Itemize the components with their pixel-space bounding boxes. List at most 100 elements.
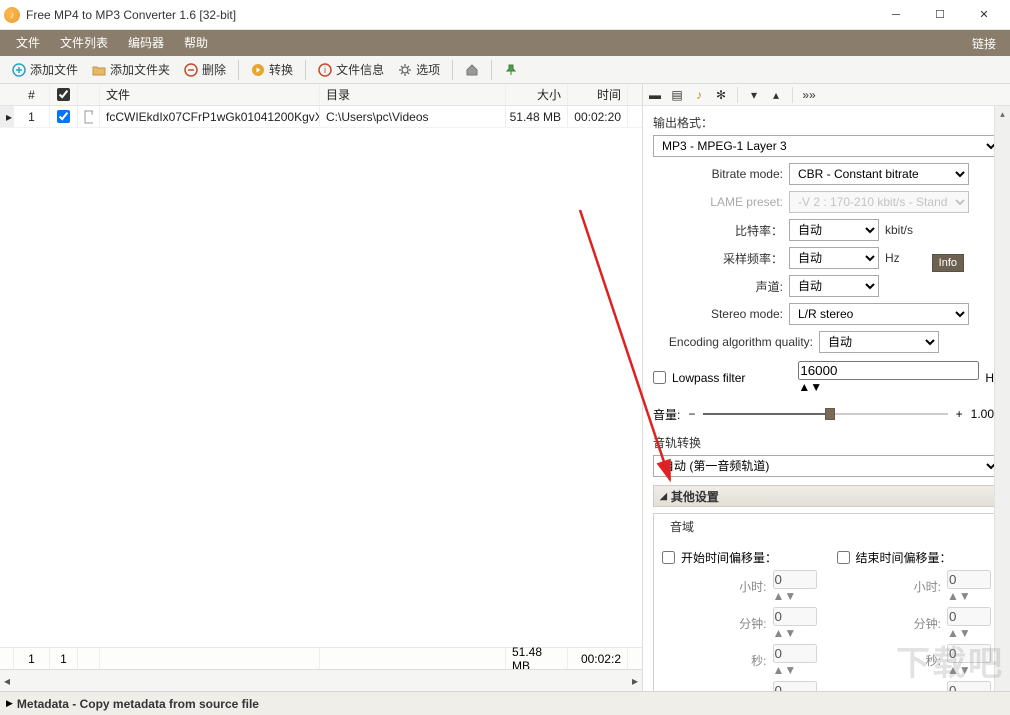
col-time[interactable]: 时间: [568, 84, 628, 105]
delete-icon: [184, 63, 198, 77]
maximize-button[interactable]: ☐: [918, 1, 962, 29]
lame-preset-label: LAME preset:: [653, 195, 783, 209]
titlebar: ♪ Free MP4 to MP3 Converter 1.6 [32-bit]…: [0, 0, 1010, 30]
folder-tab-icon[interactable]: ▬: [647, 87, 663, 103]
enc-quality-label: Encoding algorithm quality:: [653, 335, 813, 349]
start-minutes: [773, 607, 817, 626]
options-button[interactable]: 选项: [392, 58, 446, 82]
other-settings-header[interactable]: ◢ 其他设置: [653, 485, 1000, 507]
stereo-mode-select[interactable]: L/R stereo: [789, 303, 969, 325]
other-settings-label: 其他设置: [671, 488, 719, 505]
options-label: 选项: [416, 61, 440, 78]
volume-minus[interactable]: −: [688, 407, 695, 421]
window-title: Free MP4 to MP3 Converter 1.6 [32-bit]: [26, 8, 874, 22]
samplerate-unit: Hz: [885, 251, 900, 265]
samplerate-label: 采样频率：: [653, 250, 783, 267]
spin-down-icon[interactable]: ▼: [810, 380, 822, 394]
row-time: 00:02:20: [568, 106, 628, 127]
row-check[interactable]: [57, 110, 70, 123]
range-legend: 音域: [666, 518, 698, 535]
separator: [452, 60, 453, 80]
menu-file[interactable]: 文件: [6, 30, 50, 56]
scroll-right-icon[interactable]: ▸: [628, 674, 642, 688]
side-panel: ▬ ▤ ♪ ✻ ▾ ▴ »» 输出格式： MP3 - MPEG-1 Layer …: [643, 84, 1010, 691]
volume-slider[interactable]: [703, 404, 947, 424]
end-offset-checkbox[interactable]: [837, 551, 850, 564]
more-icon[interactable]: »»: [801, 87, 817, 103]
hscroll-strip: ◂ ▸: [0, 669, 642, 691]
file-info-button[interactable]: i 文件信息: [312, 58, 390, 82]
lowpass-label: Lowpass filter: [672, 371, 745, 385]
lowpass-spin[interactable]: ▲▼: [798, 361, 979, 394]
row-arrow: ▸: [0, 106, 14, 127]
menu-filelist[interactable]: 文件列表: [50, 30, 118, 56]
bitrate-label: 比特率：: [653, 222, 783, 239]
app-icon: ♪: [4, 7, 20, 23]
start-offset-checkbox[interactable]: [662, 551, 675, 564]
triangle-down-icon: ◢: [660, 491, 667, 502]
hours-label: 小时:: [739, 578, 766, 595]
menu-help[interactable]: 帮助: [174, 30, 218, 56]
bitrate-select[interactable]: 自动: [789, 219, 879, 241]
col-arrow: [0, 84, 14, 105]
seconds-label: 秒:: [751, 652, 766, 669]
table-body: ▸ 1 fcCWIEkdIx07CFrP1wGk01041200KgvX... …: [0, 106, 642, 647]
pin-button[interactable]: [498, 58, 524, 82]
table-header: # 文件 目录 大小 时间: [0, 84, 642, 106]
svg-text:i: i: [324, 65, 326, 75]
triangle-icon: ▶: [6, 698, 13, 709]
col-dir[interactable]: 目录: [320, 84, 506, 105]
minimize-button[interactable]: ─: [874, 1, 918, 29]
spin-up-icon[interactable]: ▲: [798, 380, 810, 394]
col-size[interactable]: 大小: [506, 84, 568, 105]
side-content: 输出格式： MP3 - MPEG-1 Layer 3 Bitrate mode:…: [643, 106, 1010, 691]
foot-size: 51.48 MB: [506, 648, 568, 669]
collapse-up-icon[interactable]: ▴: [768, 87, 784, 103]
volume-label: 音量:: [653, 406, 680, 423]
close-button[interactable]: ✕: [962, 1, 1006, 29]
lowpass-checkbox[interactable]: [653, 371, 666, 384]
bitrate-mode-select[interactable]: CBR - Constant bitrate: [789, 163, 969, 185]
lowpass-value[interactable]: [798, 361, 979, 380]
play-icon: [251, 63, 265, 77]
col-num[interactable]: #: [14, 84, 50, 105]
music-tab-icon[interactable]: ♪: [691, 87, 707, 103]
bitrate-mode-label: Bitrate mode:: [653, 167, 783, 181]
table-row[interactable]: ▸ 1 fcCWIEkdIx07CFrP1wGk01041200KgvX... …: [0, 106, 642, 128]
col-check[interactable]: [50, 84, 78, 105]
menubar: 文件 文件列表 编码器 帮助 链接: [0, 30, 1010, 56]
file-icon: [78, 106, 100, 127]
delete-button[interactable]: 删除: [178, 58, 232, 82]
info-icon: i: [318, 63, 332, 77]
side-scrollbar[interactable]: ▴: [994, 106, 1010, 691]
pin-icon: [504, 63, 518, 77]
end-millisec: [947, 681, 991, 691]
lame-preset-select: -V 2 : 170-210 kbit/s - Standard: [789, 191, 969, 213]
add-file-button[interactable]: 添加文件: [6, 58, 84, 82]
add-folder-button[interactable]: 添加文件夹: [86, 58, 176, 82]
check-all[interactable]: [57, 88, 70, 101]
home-button[interactable]: [459, 58, 485, 82]
audio-track-select[interactable]: 自动 (第一音频轨道): [653, 455, 1000, 477]
convert-label: 转换: [269, 61, 293, 78]
range-fieldset: 音域 开始时间偏移量： 小时:▲▼ 分钟:▲▼ 秒:▲▼ Millisec.:▲…: [653, 513, 1000, 691]
samplerate-select[interactable]: 自动: [789, 247, 879, 269]
col-file[interactable]: 文件: [100, 84, 320, 105]
volume-plus[interactable]: +: [956, 407, 963, 421]
menu-encoder[interactable]: 编码器: [118, 30, 174, 56]
row-num: 1: [14, 106, 50, 127]
channels-select[interactable]: 自动: [789, 275, 879, 297]
gear-tab-icon[interactable]: ✻: [713, 87, 729, 103]
scroll-up-icon[interactable]: ▴: [995, 106, 1010, 122]
start-offset-label: 开始时间偏移量：: [681, 549, 777, 566]
row-file: fcCWIEkdIx07CFrP1wGk01041200KgvX...: [100, 106, 320, 127]
output-format-select[interactable]: MP3 - MPEG-1 Layer 3: [653, 135, 1000, 157]
enc-quality-select[interactable]: 自动: [819, 331, 939, 353]
add-file-icon: [12, 63, 26, 77]
scroll-left-icon[interactable]: ◂: [0, 674, 14, 688]
convert-button[interactable]: 转换: [245, 58, 299, 82]
doc-tab-icon[interactable]: ▤: [669, 87, 685, 103]
separator: [491, 60, 492, 80]
collapse-down-icon[interactable]: ▾: [746, 87, 762, 103]
menu-link[interactable]: 链接: [964, 35, 1004, 52]
